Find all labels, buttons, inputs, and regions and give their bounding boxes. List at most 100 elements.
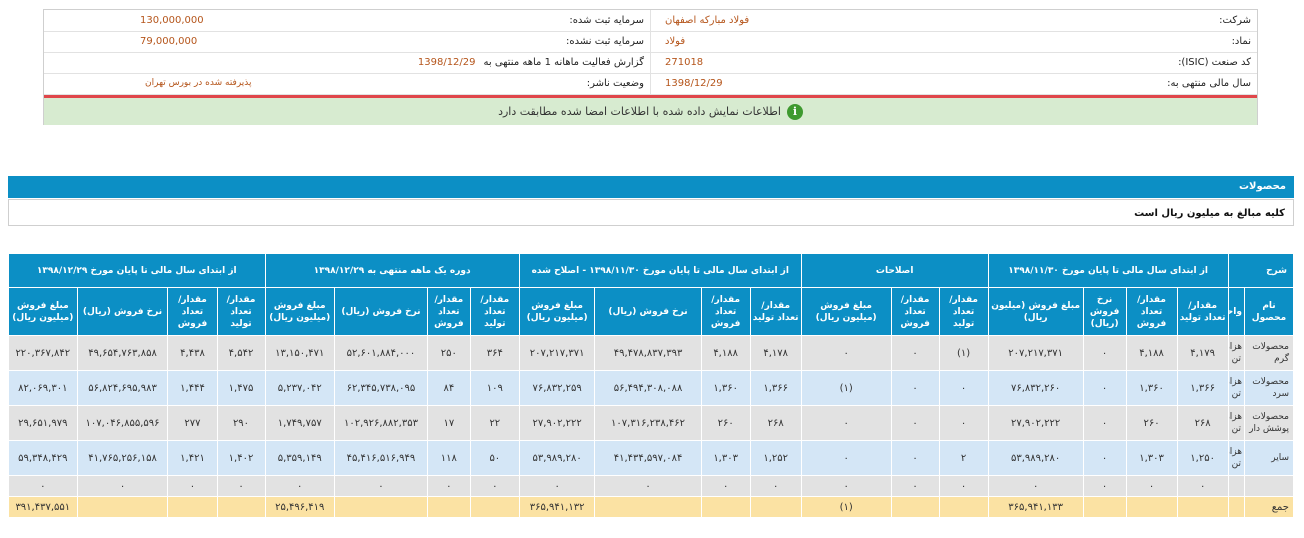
header-ytd-total: از ابتدای سال مالی تا پایان مورخ ۱۳۹۸/۱۲… <box>8 253 266 288</box>
table-cell: ۰ <box>890 440 940 476</box>
table-cell: ۱,۳۰۳ <box>1125 440 1178 476</box>
col-g4-rate: نرخ فروش (ریال) <box>333 287 428 336</box>
table-cell: ۵۹,۳۴۸,۴۲۹ <box>8 440 78 476</box>
table-cell: ۰ <box>890 405 940 441</box>
table-cell: (۱) <box>800 370 892 406</box>
col-g2-prod-qty: مقدار/ تعداد تولید <box>938 287 989 336</box>
table-cell: ۰ <box>1082 440 1127 476</box>
table-cell: ۴۵,۴۱۶,۵۱۶,۹۴۹ <box>333 440 428 476</box>
table-cell: ۱,۳۶۶ <box>1176 370 1229 406</box>
publisher-status-value: پذیرفته شده در بورس تهران <box>145 78 252 89</box>
table-cell: ۰ <box>167 475 218 497</box>
table-row: محصولات پوشش دارهزار تن۲۶۸۲۶۰۰۲۷,۹۰۲,۲۲۲… <box>8 405 1295 441</box>
table-cell: ۸۴ <box>426 370 471 406</box>
product-name-cell: محصولات گرم <box>1243 335 1295 371</box>
table-cell: ۲۹۰ <box>216 405 266 441</box>
table-cell: ۱,۴۰۲ <box>216 440 266 476</box>
isic-value: 271018 <box>665 57 704 69</box>
products-table: شرح از ابتدای سال مالی تا پایان مورخ ۱۳۹… <box>8 253 1295 518</box>
table-cell: ۵۳,۹۸۹,۲۸۰ <box>987 440 1084 476</box>
table-cell: ۲۷۷ <box>167 405 218 441</box>
table-cell: ۰ <box>800 440 892 476</box>
products-body: محصولات گرمهزار تن۴,۱۷۹۴,۱۸۸۰۲۰۷,۲۱۷,۳۷۱… <box>8 335 1295 518</box>
symbol-label: نماد: <box>1231 36 1251 48</box>
verification-notice-text: اطلاعات نمایش داده شده با اطلاعات امضا ش… <box>498 105 781 118</box>
table-cell: ۲ <box>938 440 989 476</box>
table-cell: ۱,۲۵۲ <box>749 440 802 476</box>
table-cell: ۴,۱۷۸ <box>749 335 802 371</box>
table-cell: ۰ <box>333 475 428 497</box>
table-cell: ۰ <box>800 405 892 441</box>
company-info-grid: شرکت: فولاد مبارکه اصفهان سرمایه ثبت شده… <box>44 10 1257 96</box>
total-amount-one-month: ۲۵,۴۹۶,۴۱۹ <box>264 496 335 518</box>
table-cell: ۰ <box>1082 335 1127 371</box>
table-cell: ۱۰۲,۹۲۶,۸۸۲,۳۵۳ <box>333 405 428 441</box>
table-cell: ۱۰۷,۳۱۶,۲۳۸,۴۶۲ <box>594 405 702 441</box>
table-cell: ۴,۱۸۸ <box>1125 335 1178 371</box>
table-cell: ۴۹,۶۵۴,۷۶۳,۸۵۸ <box>76 335 169 371</box>
monthly-report-label: گزارش فعالیت ماهانه 1 ماهه منتهی به <box>483 57 644 69</box>
col-g1-amount: مبلغ فروش (میلیون ریال) <box>987 287 1084 336</box>
total-amount-corrections: (۱) <box>800 496 892 518</box>
table-cell: ۰ <box>987 475 1084 497</box>
col-g1-prod-qty: مقدار/ تعداد تولید <box>1176 287 1229 336</box>
monthly-report-date: 1398/12/29 <box>417 57 476 69</box>
table-cell: ۰ <box>1082 475 1127 497</box>
table-cell: ۶۲,۳۴۵,۷۳۸,۰۹۵ <box>333 370 428 406</box>
table-cell: ۰ <box>426 475 471 497</box>
amounts-note-text: کلیه مبالغ به میلیون ریال است <box>1134 208 1285 219</box>
table-cell: ۴۱,۴۳۴,۵۹۷,۰۸۴ <box>594 440 702 476</box>
table-cell: ۲۶۸ <box>1176 405 1229 441</box>
total-amount-ytd-corrected: ۳۶۵,۹۴۱,۱۳۲ <box>518 496 596 518</box>
header-ytd-corrected: از ابتدای سال مالی تا پایان مورخ ۱۳۹۸/۱۱… <box>518 253 802 288</box>
table-cell: ۱,۳۶۶ <box>749 370 802 406</box>
table-cell: ۱,۴۴۴ <box>167 370 218 406</box>
table-cell: ۴۹,۴۷۸,۸۳۷,۳۹۳ <box>594 335 702 371</box>
table-cell: ۵۶,۴۹۴,۳۰۸,۰۸۸ <box>594 370 702 406</box>
table-cell: ۲۲ <box>469 405 520 441</box>
table-cell: ۰ <box>469 475 520 497</box>
table-cell: ۲۷,۹۰۲,۲۲۲ <box>518 405 596 441</box>
col-unit: واحد <box>1227 287 1245 336</box>
table-cell: ۰ <box>890 335 940 371</box>
header-one-month: دوره یک ماهه منتهی به ۱۳۹۸/۱۲/۲۹ <box>264 253 520 288</box>
table-cell: ۱۰۹ <box>469 370 520 406</box>
table-cell: ۰ <box>76 475 169 497</box>
table-row: محصولات گرمهزار تن۴,۱۷۹۴,۱۸۸۰۲۰۷,۲۱۷,۳۷۱… <box>8 335 1295 371</box>
table-cell: ۰ <box>8 475 78 497</box>
table-cell: ۲۹,۶۵۱,۹۷۹ <box>8 405 78 441</box>
table-cell: ۱,۷۴۹,۷۵۷ <box>264 405 335 441</box>
table-cell: ۲۶۰ <box>1125 405 1178 441</box>
table-cell: ۰ <box>938 475 989 497</box>
unregistered-capital-label: سرمایه ثبت نشده: <box>566 36 644 48</box>
unit-cell: هزار تن <box>1227 405 1245 441</box>
col-g3-sale-qty: مقدار/ تعداد فروش <box>700 287 751 336</box>
table-cell: ۵,۲۳۷,۰۴۲ <box>264 370 335 406</box>
table-cell: ۷۶,۸۳۲,۲۵۹ <box>518 370 596 406</box>
unit-cell: هزار تن <box>1227 370 1245 406</box>
col-g4-amount: مبلغ فروش (میلیون ریال) <box>264 287 335 336</box>
table-cell: ۰ <box>938 405 989 441</box>
col-g2-amount: مبلغ فروش (میلیون ریال) <box>800 287 892 336</box>
table-row: ۰۰۰۰۰۰۰۰۰۰۰۰۰۰۰۰۰۰۰ <box>8 475 1295 497</box>
info-icon: i <box>786 103 803 120</box>
col-g4-sale-qty: مقدار/ تعداد فروش <box>426 287 471 336</box>
table-cell: ۲۶۸ <box>749 405 802 441</box>
table-cell: ۰ <box>1082 405 1127 441</box>
product-name-cell: محصولات پوشش دار <box>1243 405 1295 441</box>
company-info-panel: شرکت: فولاد مبارکه اصفهان سرمایه ثبت شده… <box>43 9 1258 125</box>
table-cell: ۲۶۰ <box>700 405 751 441</box>
table-cell: ۵۳,۹۸۹,۲۸۰ <box>518 440 596 476</box>
table-cell: ۱,۴۷۵ <box>216 370 266 406</box>
table-cell: ۰ <box>890 475 940 497</box>
table-cell: ۲۰۷,۲۱۷,۳۷۱ <box>987 335 1084 371</box>
table-cell: ۰ <box>800 475 892 497</box>
total-amount-ytd-before: ۳۶۵,۹۴۱,۱۳۳ <box>987 496 1084 518</box>
col-g3-amount: مبلغ فروش (میلیون ریال) <box>518 287 596 336</box>
table-cell: ۰ <box>264 475 335 497</box>
col-g5-amount: مبلغ فروش (میلیون ریال) <box>8 287 78 336</box>
unit-cell <box>1227 475 1245 497</box>
table-cell: ۸۲,۰۶۹,۳۰۱ <box>8 370 78 406</box>
table-cell: ۰ <box>749 475 802 497</box>
fiscal-year-label: سال مالی منتهی به: <box>1167 78 1251 90</box>
